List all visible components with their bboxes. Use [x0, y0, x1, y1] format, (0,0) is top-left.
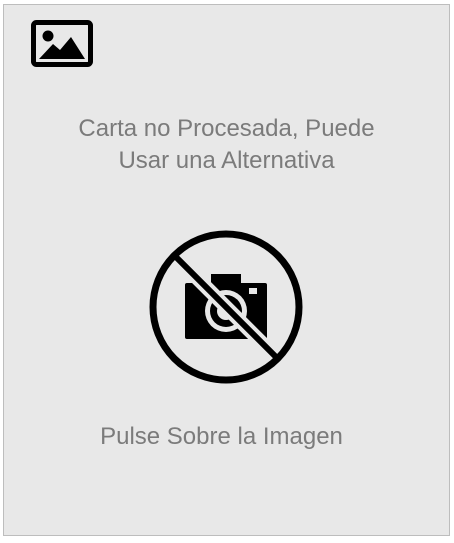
- menu-placeholder-card[interactable]: Carta no Procesada, Puede Usar una Alter…: [3, 4, 450, 536]
- message-line-2: Usar una Alternativa: [118, 147, 335, 174]
- tap-image-hint: Pulse Sobre la Imagen: [100, 423, 343, 450]
- image-icon: [31, 20, 93, 67]
- message-line-1: Carta no Procesada, Puede: [78, 115, 375, 142]
- unprocessed-menu-message: Carta no Procesada, Puede Usar una Alter…: [4, 113, 449, 177]
- no-camera-icon: [149, 230, 303, 384]
